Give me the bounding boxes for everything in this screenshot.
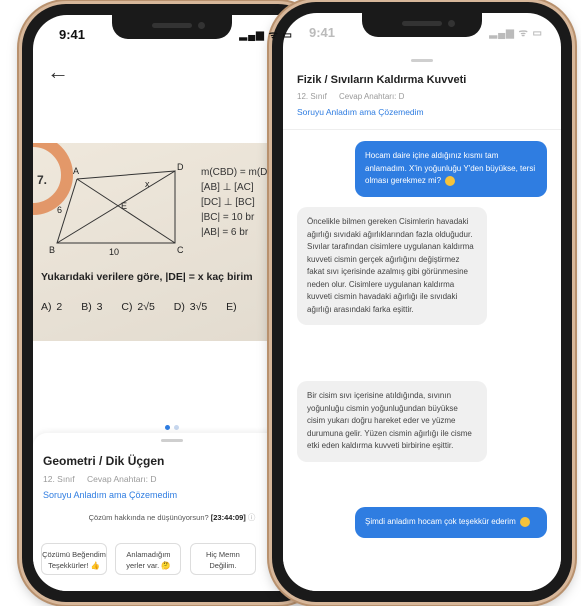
question-photo: 7. A B C D E x 6 10 m(CBD) = m(D [AB] ⊥ … [33, 143, 311, 341]
question-number: 7. [37, 173, 48, 187]
status-bar: 9:41 ▂▄▆ ᯤ ▭ [33, 27, 311, 45]
solution-sheet: Geometri / Dik Üçgen 12. Sınıf Cevap Ana… [33, 433, 311, 591]
question-text: Yukarıdaki verilere göre, |DE| = x kaç b… [41, 271, 253, 283]
status-icons: ▂▄▆ ᯤ ▭ [239, 30, 293, 41]
label-c: C [177, 245, 184, 255]
thinking-face-icon: 🤔 [161, 561, 171, 570]
tutor-message: Bir cisim sıvı içerisine atıldığında, sı… [297, 381, 487, 462]
understood-not-solved-link[interactable]: Soruyu Anladım ama Çözemedim [283, 101, 561, 117]
left-phone-screen: 9:41 ▂▄▆ ᯤ ▭ ← 7. A B C D E x 6 10 m(CBD… [33, 15, 311, 591]
feedback-prompt: Çözüm hakkında ne düşünüyorsun? [23:44:0… [88, 513, 256, 522]
label-x: x [145, 179, 150, 189]
given-list: m(CBD) = m(D [AB] ⊥ [AC] [DC] ⊥ [BC] |BC… [201, 167, 268, 238]
label-e: E [121, 201, 127, 211]
status-icons: ▂▄▆ ᯤ ▭ [489, 28, 543, 39]
label-d: D [177, 162, 184, 172]
info-icon: ⓘ [247, 513, 256, 522]
not-satisfied-button[interactable]: Hiç Memn Değilim. [189, 543, 256, 575]
sheet-title: Geometri / Dik Üçgen [43, 454, 165, 468]
chat-title: Fizik / Sıvıların Kaldırma Kuvveti [297, 74, 467, 86]
timer: [23:44:09] [210, 513, 246, 522]
smile-emoji-icon [519, 516, 530, 527]
liked-solution-button[interactable]: Çözümü Beğendim Teşekkürler! 👍 [41, 543, 107, 575]
status-time: 9:41 [59, 27, 86, 42]
feedback-buttons: Çözümü Beğendim Teşekkürler! 👍 Anlamadığ… [41, 543, 311, 575]
right-phone: 9:41 ▂▄▆ ᯤ ▭ Fizik / Sıvıların Kaldırma … [272, 2, 572, 602]
triangle-figure: A B C D E x 6 10 [49, 162, 184, 257]
right-phone-screen: 9:41 ▂▄▆ ᯤ ▭ Fizik / Sıvıların Kaldırma … [283, 13, 561, 591]
status-time: 9:41 [309, 25, 336, 40]
smile-emoji-icon [445, 175, 456, 186]
chat-header: Fizik / Sıvıların Kaldırma Kuvveti 12. S… [283, 37, 561, 130]
back-arrow-icon[interactable]: ← [47, 59, 69, 85]
user-message: Hocam daire içine aldığınız kısmı tam an… [355, 141, 547, 197]
chat-thread: Hocam daire içine aldığınız kısmı tam an… [283, 131, 561, 591]
label-6: 6 [57, 205, 62, 215]
user-message: Şimdi anladım hocam çok teşekkür ederim [355, 507, 547, 538]
label-10: 10 [109, 247, 119, 257]
didnt-understand-button[interactable]: Anlamadığım yerler var. 🤔 [115, 543, 182, 575]
understood-not-solved-link[interactable]: Soruyu Anladım ama Çözemedim [33, 484, 311, 500]
label-a: A [73, 166, 79, 176]
sheet-meta: 12. Sınıf Cevap Anahtarı: D [43, 474, 157, 484]
answer-choices: A) 2 B) 3 C) 2√5 D) 3√5 E) [41, 301, 237, 313]
status-bar: 9:41 ▂▄▆ ᯤ ▭ [283, 25, 561, 43]
tutor-message: Öncelikle bilmen gereken Cisimlerin hava… [297, 207, 487, 325]
label-b: B [49, 245, 55, 255]
thumbs-up-icon: 👍 [90, 561, 100, 570]
chat-meta: 12. Sınıf Cevap Anahtarı: D [297, 92, 405, 101]
